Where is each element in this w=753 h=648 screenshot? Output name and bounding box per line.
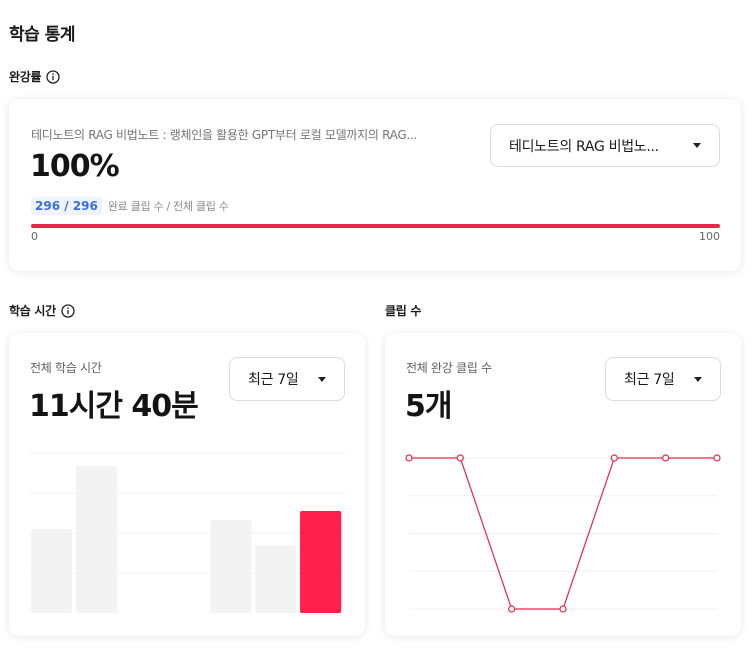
- study-time-bar[interactable]: [31, 529, 73, 613]
- progress-axis-min: 0: [31, 230, 38, 243]
- study-time-card: 전체 학습 시간 11시간 40분 최근 7일: [9, 333, 365, 636]
- caret-down-icon: [318, 376, 326, 382]
- clip-progress-badge: 296 / 296 완료 클립 수 / 전체 클립 수: [31, 197, 229, 215]
- page-title: 학습 통계: [9, 25, 75, 45]
- clips-data-point[interactable]: [610, 454, 618, 462]
- study-time-bar[interactable]: [255, 545, 297, 614]
- clips-data-point[interactable]: [662, 454, 670, 462]
- clip-count: 296 / 296: [31, 197, 102, 215]
- clips-data-point[interactable]: [559, 605, 567, 613]
- study-time-section-label: 학습 시간: [9, 302, 75, 319]
- clip-count-desc: 완료 클립 수 / 전체 클립 수: [107, 200, 229, 213]
- completion-section-label: 완강률: [9, 68, 60, 85]
- course-name: 테디노트의 RAG 비법노트 : 랭체인을 활용한 GPT부터 로컬 모델까지의…: [31, 128, 417, 142]
- clips-line-chart: [405, 454, 721, 613]
- info-icon[interactable]: [61, 303, 75, 318]
- clips-period-value: 최근 7일: [624, 372, 675, 388]
- study-time-bar[interactable]: [75, 466, 117, 613]
- study-time-total: 11시간 40분: [29, 389, 199, 424]
- course-select[interactable]: 테디노트의 RAG 비법노...: [490, 124, 720, 167]
- completion-label: 완강률: [9, 70, 42, 84]
- course-select-value: 테디노트의 RAG 비법노...: [509, 138, 659, 155]
- completion-card: 테디노트의 RAG 비법노트 : 랭체인을 활용한 GPT부터 로컬 모델까지의…: [9, 99, 741, 271]
- study-time-period-select[interactable]: 최근 7일: [229, 357, 345, 401]
- completion-progress-fill: [31, 224, 720, 228]
- study-time-period-value: 최근 7일: [248, 372, 299, 388]
- clips-data-point[interactable]: [456, 454, 464, 462]
- caret-down-icon: [694, 376, 702, 382]
- clips-period-select[interactable]: 최근 7일: [605, 357, 721, 401]
- clips-data-point[interactable]: [405, 454, 413, 462]
- study-time-bar-chart: [29, 452, 345, 614]
- clips-card-label: 전체 완강 클립 수: [406, 361, 492, 375]
- completion-rate: 100%: [30, 149, 120, 184]
- completion-progress-bar: [31, 224, 720, 228]
- study-time-label: 학습 시간: [9, 304, 56, 318]
- clips-total: 5개: [405, 389, 452, 424]
- clips-data-point[interactable]: [508, 605, 516, 613]
- clips-section-label: 클립 수: [385, 302, 421, 319]
- study-time-bar[interactable]: [300, 511, 342, 613]
- progress-axis-max: 100: [699, 230, 720, 243]
- study-time-card-label: 전체 학습 시간: [30, 361, 102, 375]
- info-icon[interactable]: [46, 69, 60, 84]
- clips-data-point[interactable]: [713, 454, 721, 462]
- caret-down-icon: [693, 143, 701, 148]
- clips-card: 전체 완강 클립 수 5개 최근 7일: [385, 333, 741, 636]
- clips-label: 클립 수: [385, 304, 422, 318]
- study-time-bar[interactable]: [210, 520, 252, 613]
